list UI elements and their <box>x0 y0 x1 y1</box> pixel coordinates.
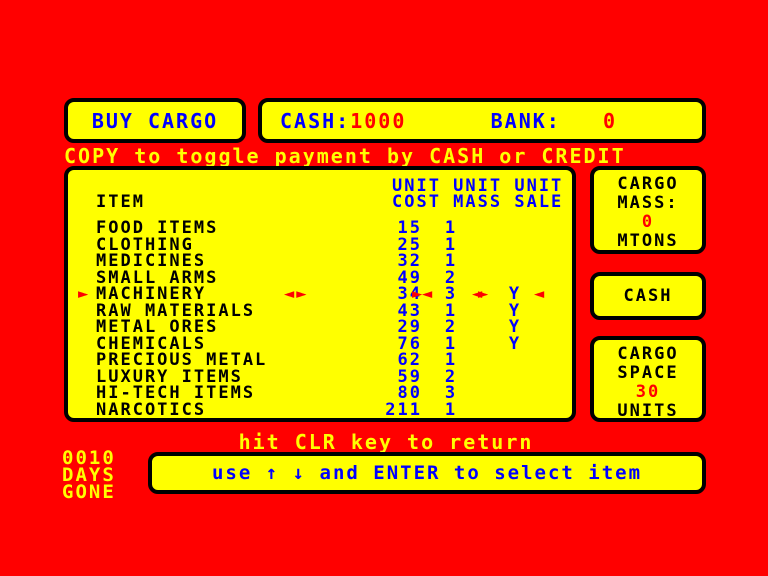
table-header-item: ITEM <box>96 192 145 212</box>
table-row[interactable]: RAW MATERIALS 43 1 Y <box>68 301 572 321</box>
table-row[interactable]: METAL ORES 29 2 Y <box>68 317 572 337</box>
arrow-down-icon: ↓ <box>292 462 307 484</box>
table-row[interactable]: MEDICINES 32 1 <box>68 251 572 271</box>
cargo-mass-value: 0 <box>641 212 655 232</box>
instruction-text: use ↑ ↓ and ENTER to select item <box>212 462 642 484</box>
buy-cargo-panel[interactable]: BUY CARGO <box>64 98 246 143</box>
cargo-mass-panel: CARGO MASS: 0 MTONS <box>590 166 706 254</box>
item-rows: FOOD ITEMS 15 1 CLOTHING 25 1 MEDICINES 32 1 SMAL… <box>68 218 572 420</box>
table-row[interactable]: NARCOTICS 211 1 <box>68 399 572 420</box>
cash-button[interactable]: CASH <box>590 272 706 320</box>
item-unit-cost: 211 <box>385 399 422 420</box>
instruction-panel: use ↑ ↓ and ENTER to select item <box>148 452 706 494</box>
cargo-space-units: UNITS <box>617 401 679 421</box>
instruction-post: and ENTER to select item <box>306 462 643 484</box>
days-gone-counter: 0010 DAYS GONE <box>62 449 116 503</box>
table-row[interactable]: LUXURY ITEMS 59 2 <box>68 367 572 387</box>
copy-toggle-hint: COPY to toggle payment by CASH or CREDIT <box>64 144 626 168</box>
table-header-sub-row: COST MASS SALE <box>392 192 564 212</box>
item-name: NARCOTICS <box>96 399 207 420</box>
table-row[interactable]: PRECIOUS METAL 62 1 <box>68 350 572 370</box>
item-unit-mass: 1 <box>444 399 458 420</box>
clr-return-hint: hit CLR key to return <box>238 430 534 454</box>
item-table-panel[interactable]: UNIT UNIT UNIT COST MASS SALE ITEM FOOD … <box>64 166 576 422</box>
cash-button-label: CASH <box>623 285 673 306</box>
table-row[interactable]: CHEMICALS 76 1 Y <box>68 334 572 354</box>
table-row[interactable]: FOOD ITEMS 15 1 <box>68 218 572 238</box>
cash-bank-gap <box>406 109 490 133</box>
arrow-gap <box>279 462 292 484</box>
cargo-space-panel: CARGO SPACE 30 UNITS <box>590 336 706 422</box>
cash-label: CASH: <box>280 108 351 133</box>
cargo-space-value: 30 <box>635 382 661 402</box>
cargo-mass-units: MTONS <box>617 231 679 251</box>
table-row[interactable]: HI-TECH ITEMS 80 3 <box>68 383 572 403</box>
cash-bank-panel: CASH:1000 BANK: 0 <box>258 98 706 143</box>
bank-label: BANK: <box>490 108 561 133</box>
cash-value: 1000 <box>350 108 407 133</box>
arrow-up-icon: ↑ <box>265 462 280 484</box>
table-row[interactable]: ► MACHINERY 34 3 Y ◄► ◄ ► ◄ ► ◄ <box>68 284 572 304</box>
game-screen: BUY CARGO CASH:1000 BANK: 0 COPY to togg… <box>0 0 768 576</box>
instruction-pre: use <box>211 462 266 484</box>
buy-cargo-label: BUY CARGO <box>91 108 219 133</box>
cargo-mass-line2: MASS: <box>617 193 679 213</box>
days-label-2: GONE <box>62 481 116 503</box>
cargo-space-line1: CARGO <box>617 344 679 364</box>
cash-bank-readout: CASH:1000 BANK: 0 <box>262 109 617 133</box>
table-row[interactable]: CLOTHING 25 1 <box>68 235 572 255</box>
cargo-space-line2: SPACE <box>617 363 679 383</box>
cargo-mass-line1: CARGO <box>617 174 679 194</box>
table-row[interactable]: SMALL ARMS 49 2 <box>68 268 572 288</box>
bank-value: 0 <box>602 108 618 133</box>
bank-gap <box>561 109 603 133</box>
